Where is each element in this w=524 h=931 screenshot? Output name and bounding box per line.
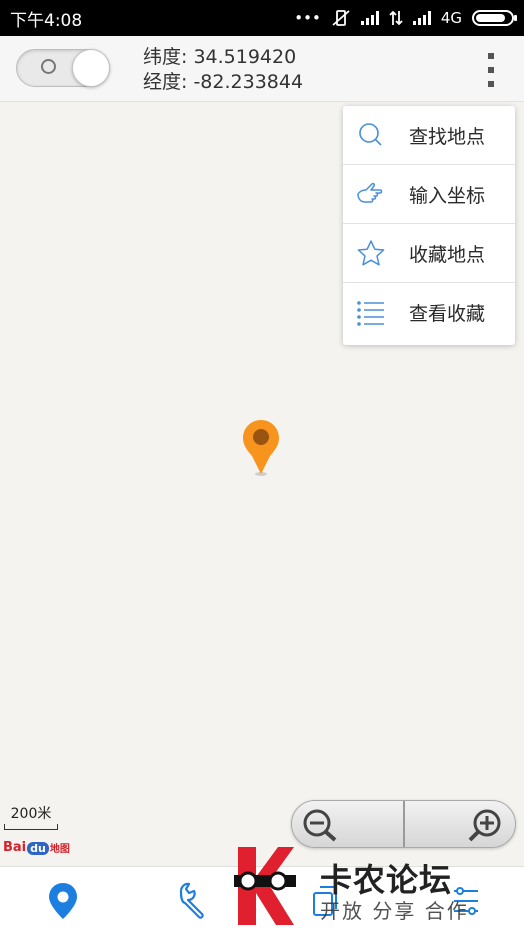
zoom-in-button[interactable]	[405, 801, 516, 847]
location-marker-icon[interactable]	[241, 419, 281, 477]
filter-list-icon	[454, 887, 478, 915]
vibrate-off-icon	[332, 10, 350, 26]
signal-icon-2	[412, 11, 431, 25]
menu-label-favorite-place: 收藏地点	[409, 243, 486, 266]
coordinates: 纬度: 34.519420 经度: -82.233844	[143, 45, 303, 95]
top-bar: 纬度: 34.519420 经度: -82.233844	[0, 36, 524, 102]
nav-copy[interactable]	[306, 881, 346, 921]
menu-item-enter-coordinates[interactable]: 输入坐标	[343, 165, 515, 224]
data-arrows-icon	[389, 10, 403, 26]
scale-bar	[4, 824, 58, 830]
battery-icon	[472, 10, 517, 26]
location-pin-icon	[49, 883, 77, 919]
battery-fill	[476, 14, 505, 22]
menu-label-view-favorites: 查看收藏	[409, 303, 486, 325]
logo-map: 地图	[49, 844, 70, 855]
network-type: 4G	[440, 9, 462, 27]
toggle-knob	[72, 49, 110, 87]
logo-bai: Bai	[3, 840, 27, 855]
star-icon	[357, 240, 385, 266]
nav-settings[interactable]	[446, 881, 486, 921]
latitude-text: 纬度: 34.519420	[143, 46, 297, 68]
status-time: 下午4:08	[10, 10, 83, 31]
logo-du: du	[27, 842, 49, 855]
longitude-text: 经度: -82.233844	[143, 71, 304, 93]
bottom-navigation	[0, 866, 524, 931]
more-dots-icon: •••	[294, 9, 321, 27]
status-bar: 下午4:08 ••• 4G	[0, 0, 524, 36]
signal-icon	[360, 11, 379, 25]
zoom-in-icon	[468, 809, 501, 842]
overflow-menu-icon[interactable]	[484, 53, 498, 87]
mock-location-toggle[interactable]	[16, 49, 110, 87]
map-scale: 200米	[4, 803, 58, 830]
scale-label: 200米	[10, 806, 52, 822]
status-icons: ••• 4G	[294, 9, 517, 27]
menu-label-enter-coordinates: 输入坐标	[409, 184, 486, 207]
menu-item-favorite-place[interactable]: 收藏地点	[343, 224, 515, 283]
wrench-icon	[179, 882, 204, 919]
zoom-out-button[interactable]	[292, 801, 405, 847]
zoom-out-icon	[303, 809, 337, 842]
search-icon	[359, 123, 382, 146]
pointing-hand-icon	[357, 182, 383, 203]
zoom-controls	[291, 800, 516, 848]
copy-icon	[313, 886, 337, 916]
options-menu: 查找地点 输入坐标 收藏地点 查看收藏	[343, 106, 515, 345]
toggle-off-indicator	[41, 59, 56, 74]
baidu-map-logo: Bai du 地图	[3, 840, 70, 855]
nav-location[interactable]	[43, 881, 83, 921]
nav-tools[interactable]	[175, 881, 215, 921]
menu-item-search-place[interactable]: 查找地点	[343, 106, 515, 165]
list-icon	[357, 300, 384, 326]
menu-item-view-favorites[interactable]: 查看收藏	[343, 283, 515, 342]
menu-label-search-place: 查找地点	[409, 125, 486, 148]
